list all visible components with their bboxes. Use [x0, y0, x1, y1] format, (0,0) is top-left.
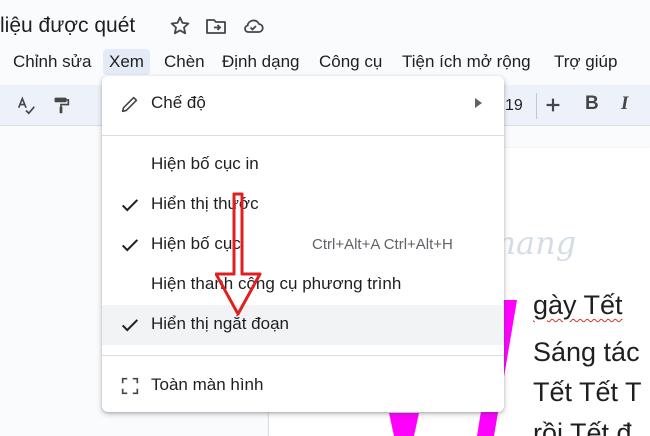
- non-printing-label: Hiển thị ngắt đoạn: [151, 314, 289, 333]
- menu-bar: Chỉnh sửa Xem Chèn Định dạng Công cụ Tiệ…: [0, 46, 650, 76]
- move-to-folder-icon[interactable]: [204, 14, 228, 38]
- check-icon: [119, 234, 141, 256]
- paint-format-icon[interactable]: [49, 93, 73, 117]
- submenu-arrow-icon: [472, 96, 484, 110]
- ruler-label: Hiển thị thước: [151, 194, 259, 213]
- doc-line-3: Tết Tết T: [533, 377, 642, 407]
- docs-window: liệu được quét Chỉnh sửa Xem Chèn Định d…: [0, 0, 650, 436]
- check-icon: [119, 314, 141, 336]
- title-bar: liệu được quét: [0, 0, 650, 46]
- check-icon: [119, 194, 141, 216]
- cloud-status-icon[interactable]: [241, 14, 265, 38]
- mode-label: Chế độ: [151, 93, 206, 112]
- menu-option-equation-toolbar[interactable]: Hiện thanh công cụ phương trình: [102, 265, 504, 305]
- plus-icon[interactable]: [541, 93, 565, 117]
- menu-option-layout[interactable]: Hiện bố cục Ctrl+Alt+A Ctrl+Alt+H: [102, 225, 504, 265]
- menu-option-fullscreen[interactable]: Toàn màn hình: [102, 366, 504, 406]
- print-layout-label: Hiện bố cục in: [151, 154, 259, 173]
- doc-line-1: gày Tết: [533, 290, 623, 321]
- equation-toolbar-label: Hiện thanh công cụ phương trình: [151, 274, 402, 293]
- menu-help[interactable]: Trợ giúp: [548, 49, 623, 75]
- menu-insert[interactable]: Chèn: [158, 49, 211, 75]
- menu-option-print-layout[interactable]: Hiện bố cục in: [102, 145, 504, 185]
- menu-edit[interactable]: Chỉnh sửa: [7, 49, 97, 75]
- spellcheck-icon[interactable]: [14, 93, 38, 117]
- menu-option-non-printing[interactable]: Hiển thị ngắt đoạn: [102, 305, 504, 345]
- pencil-icon: [119, 93, 141, 115]
- menu-extensions[interactable]: Tiện ích mở rộng: [396, 49, 537, 75]
- doc-line-4: rồi Tết đ: [533, 418, 632, 436]
- menu-separator: [102, 135, 504, 136]
- menu-option-mode[interactable]: Chế độ: [102, 84, 504, 124]
- bold-button[interactable]: B: [585, 93, 599, 115]
- doc-line-1-text: gày Tết: [533, 290, 623, 320]
- menu-format[interactable]: Định dạng: [216, 49, 306, 75]
- view-menu-dropdown: Chế độ Hiện bố cục in Hiển thị thước Hiệ…: [102, 76, 504, 412]
- layout-shortcut: Ctrl+Alt+A Ctrl+Alt+H: [312, 236, 453, 253]
- star-icon[interactable]: [168, 14, 192, 38]
- document-title[interactable]: liệu được quét: [0, 14, 135, 38]
- menu-option-ruler[interactable]: Hiển thị thước: [102, 185, 504, 225]
- doc-line-2: Sáng tác: [533, 337, 640, 367]
- fullscreen-icon: [119, 375, 141, 397]
- menu-view[interactable]: Xem: [103, 49, 150, 75]
- fullscreen-label: Toàn màn hình: [151, 375, 264, 394]
- layout-label: Hiện bố cục: [151, 234, 241, 253]
- menu-separator: [102, 355, 504, 356]
- italic-button[interactable]: I: [621, 93, 628, 115]
- menu-tools[interactable]: Công cụ: [313, 49, 388, 75]
